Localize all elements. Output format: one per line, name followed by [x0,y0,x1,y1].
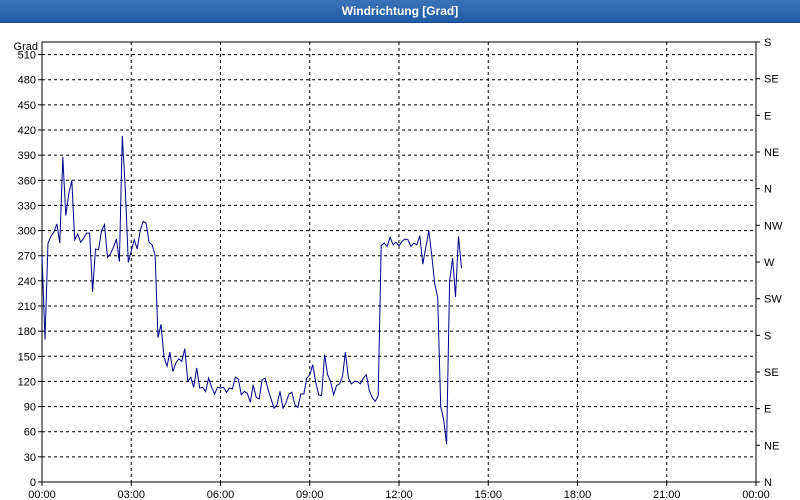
y2-tick-label: S [764,330,771,342]
y-tick-label: 60 [24,427,36,439]
y2-axis-ticks: N NE E SE S SW W NW N NE E SE S [756,37,783,489]
window-title: Windrichtung [Grad] [0,0,800,23]
y-tick-label: 120 [18,376,36,388]
y2-tick-label: SE [764,367,779,379]
x-tick-time: 15:00 [474,489,502,500]
x-tick-time: 21:00 [653,489,681,500]
line-chart: Grad 03060901201501802102402703003303603… [14,37,783,500]
y2-tick-label: E [764,110,771,122]
y2-tick-label: NE [764,147,779,159]
grid-lines [42,42,756,482]
y-tick-label: 180 [18,326,36,338]
y2-tick-label: E [764,404,771,416]
y-tick-label: 420 [18,125,36,137]
y-tick-label: 30 [24,452,36,464]
x-tick-time: 00:00 [742,489,770,500]
y-tick-label: 300 [18,226,36,238]
y-tick-label: 240 [18,276,36,288]
x-axis-ticks: 00:0006.08.1403:0006.08.1406:0006.08.140… [28,482,770,500]
x-tick-time: 06:00 [207,489,235,500]
y2-tick-label: SW [764,294,782,306]
y2-tick-label: N [764,477,772,489]
y-tick-label: 360 [18,175,36,187]
y2-tick-label: NE [764,440,779,452]
chart-window: Windrichtung [Grad] Grad 0 30 60 90 120 150 18… [0,0,800,500]
y-tick-label: 450 [18,100,36,112]
y2-tick-label: S [764,37,771,49]
y2-tick-label: N [764,184,772,196]
y-axis-ticks: 0 30 60 90 120 150 180 210 240 270 300 330 360 390 420… [18,50,42,489]
y-tick-label: 270 [18,251,36,263]
y-tick-label: 90 [24,402,36,414]
y-tick-label: 480 [18,75,36,87]
x-tick-time: 09:00 [296,489,324,500]
y-tick-label: 330 [18,200,36,212]
y2-tick-label: W [764,257,775,269]
y-tick-label: 510 [18,50,36,62]
x-tick-time: 03:00 [117,489,145,500]
y2-tick-label: NW [764,220,783,232]
x-tick-time: 12:00 [385,489,413,500]
y2-tick-label: SE [764,74,779,86]
y-tick-label: 150 [18,351,36,363]
y-tick-label: 210 [18,301,36,313]
y-tick-label: 390 [18,150,36,162]
x-tick-time: 18:00 [564,489,592,500]
y-tick-label: 0 [30,477,36,489]
x-tick-time: 00:00 [28,489,56,500]
